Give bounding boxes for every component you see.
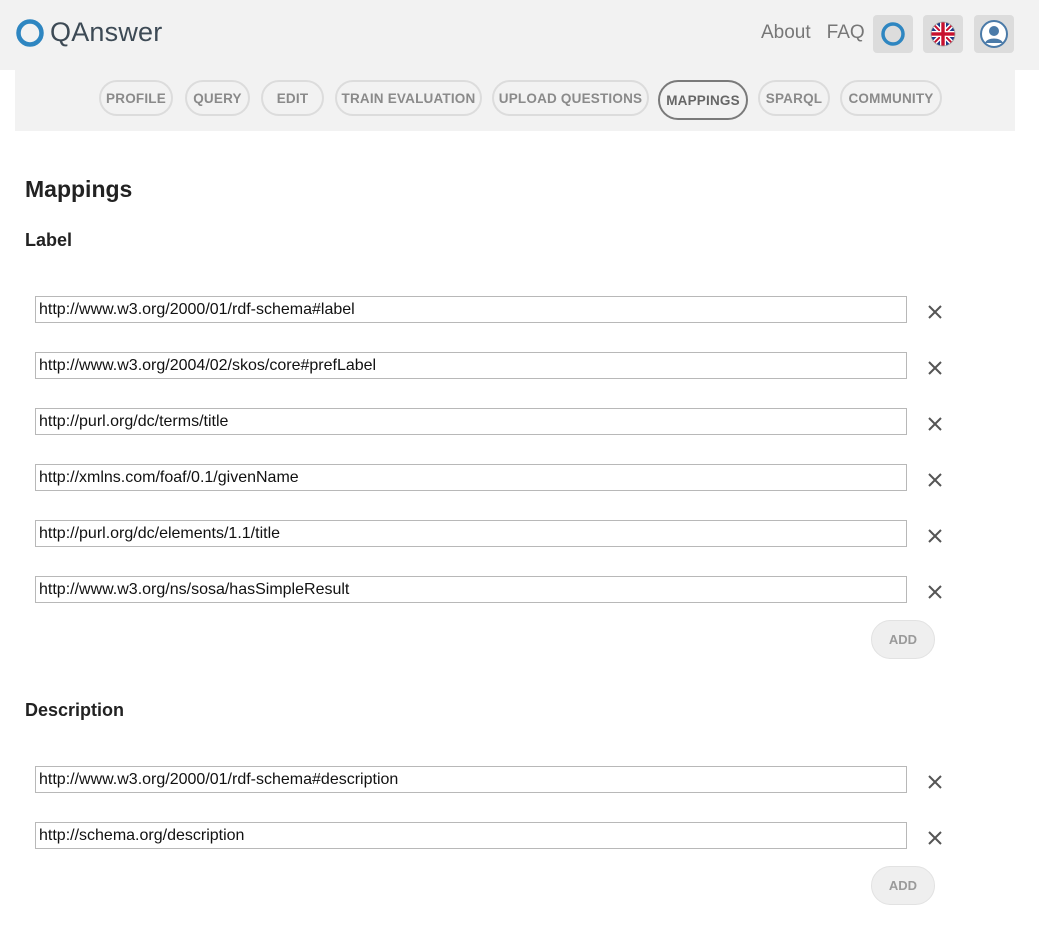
- add-description-mapping-button[interactable]: ADD: [871, 866, 935, 905]
- close-icon: [928, 361, 942, 375]
- brand-logo[interactable]: QAnswer: [15, 17, 162, 48]
- tab-query[interactable]: QUERY: [185, 80, 250, 116]
- remove-mapping-button[interactable]: [925, 470, 945, 490]
- tab-train-evaluation[interactable]: TRAIN EVALUATION: [335, 80, 482, 116]
- language-button[interactable]: [923, 15, 963, 53]
- nav-faq-link[interactable]: FAQ: [827, 22, 865, 44]
- remove-mapping-button[interactable]: [925, 358, 945, 378]
- remove-mapping-button[interactable]: [925, 414, 945, 434]
- tab-community[interactable]: COMMUNITY: [840, 80, 942, 116]
- label-mapping-input[interactable]: [35, 408, 907, 435]
- description-mapping-input[interactable]: [35, 766, 907, 793]
- close-icon: [928, 417, 942, 431]
- page-title: Mappings: [25, 176, 133, 202]
- tab-mappings[interactable]: MAPPINGS: [658, 80, 748, 120]
- close-icon: [928, 305, 942, 319]
- tab-profile[interactable]: PROFILE: [99, 80, 173, 116]
- user-avatar-icon: [980, 20, 1008, 48]
- uk-flag-icon: [930, 21, 956, 47]
- top-nav: About FAQ: [761, 22, 881, 44]
- brand-name: QAnswer: [50, 17, 163, 47]
- nav-about-link[interactable]: About: [761, 22, 811, 44]
- remove-mapping-button[interactable]: [925, 772, 945, 792]
- label-mapping-input[interactable]: [35, 520, 907, 547]
- remove-mapping-button[interactable]: [925, 526, 945, 546]
- remove-mapping-button[interactable]: [925, 582, 945, 602]
- close-icon: [928, 473, 942, 487]
- close-icon: [928, 585, 942, 599]
- qanswer-button[interactable]: [873, 15, 913, 53]
- label-mapping-input[interactable]: [35, 296, 907, 323]
- close-icon: [928, 831, 942, 845]
- top-bar: QAnswer About FAQ: [0, 0, 1039, 70]
- qanswer-logo-icon: [16, 18, 44, 47]
- description-mapping-input[interactable]: [35, 822, 907, 849]
- add-label-mapping-button[interactable]: ADD: [871, 620, 935, 659]
- label-mapping-input[interactable]: [35, 576, 907, 603]
- remove-mapping-button[interactable]: [925, 302, 945, 322]
- section-title-description: Description: [25, 700, 125, 720]
- section-title-label: Label: [25, 230, 73, 250]
- tab-sparql[interactable]: SPARQL: [758, 80, 830, 116]
- label-mapping-input[interactable]: [35, 464, 907, 491]
- tab-edit[interactable]: EDIT: [261, 80, 324, 116]
- user-account-button[interactable]: [974, 15, 1014, 53]
- qanswer-logo-icon: [881, 22, 905, 46]
- close-icon: [928, 529, 942, 543]
- tab-upload-questions[interactable]: UPLOAD QUESTIONS: [492, 80, 649, 116]
- label-mapping-input[interactable]: [35, 352, 907, 379]
- tab-bar: PROFILE QUERY EDIT TRAIN EVALUATION UPLO…: [15, 70, 1015, 131]
- close-icon: [928, 775, 942, 789]
- remove-mapping-button[interactable]: [925, 828, 945, 848]
